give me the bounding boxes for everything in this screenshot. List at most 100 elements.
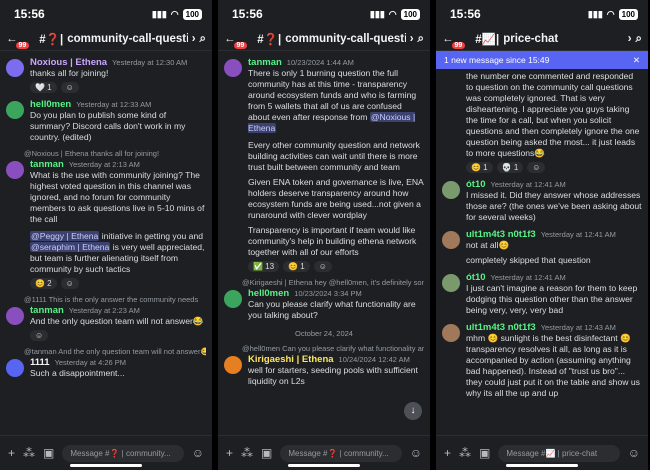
channel-title[interactable]: price-chat (503, 33, 623, 45)
emoji-icon[interactable]: ☺ (628, 446, 640, 460)
avatar[interactable] (224, 356, 242, 374)
channel-icon: #📈| (475, 34, 500, 46)
message-text: And the only question team will not answ… (30, 316, 204, 326)
reaction[interactable]: ✅ 13 (248, 261, 280, 272)
gift-icon[interactable]: ▣ (479, 446, 490, 460)
search-icon[interactable]: ⌕ (418, 33, 424, 46)
add-reaction-icon[interactable]: ☺ (60, 82, 79, 93)
author-name[interactable]: Noxious | Ethena (30, 57, 107, 68)
add-reaction-icon[interactable]: ☺ (60, 278, 79, 289)
avatar[interactable] (442, 231, 460, 249)
plus-icon[interactable]: + (8, 446, 15, 460)
plus-icon[interactable]: + (444, 446, 451, 460)
search-icon[interactable]: ⌕ (636, 33, 642, 46)
add-reaction-icon[interactable]: ☺ (313, 261, 332, 272)
avatar[interactable] (442, 274, 460, 292)
signal-icon: ▮▮▮ (369, 8, 385, 19)
message[interactable]: tanman Yesterday at 2:23 AM And the only … (6, 305, 206, 341)
message-input[interactable]: Message #❓ | community... (62, 444, 184, 462)
gift-icon[interactable]: ▣ (261, 446, 272, 460)
status-time: 15:56 (450, 7, 481, 21)
message[interactable]: tanman 10/23/2024 1:44 AM There is only 1… (224, 57, 424, 272)
message[interactable]: the number one commented and responded t… (442, 71, 642, 173)
reaction[interactable]: 💀 1 (496, 162, 524, 173)
emoji-icon[interactable]: ☺ (410, 446, 422, 460)
author-name[interactable]: ult1m4t3 n0t1f3 (466, 322, 536, 333)
channel-title[interactable]: community-call-questions (67, 33, 187, 45)
message-input[interactable]: Message #❓ | community... (280, 444, 402, 462)
message[interactable]: hell0men 10/23/2024 3:34 PM Can you pleas… (224, 288, 424, 321)
channel-header[interactable]: ← 99 #📈| price-chat › ⌕ (436, 28, 648, 51)
author-name[interactable]: ót10 (466, 272, 486, 283)
chevron-right-icon[interactable]: › (628, 33, 632, 45)
message-input[interactable]: Message #📈 | price-chat (498, 444, 620, 462)
author-name[interactable]: ót10 (466, 179, 486, 190)
message-list[interactable]: tanman 10/23/2024 1:44 AM There is only 1… (218, 51, 430, 436)
gift-icon[interactable]: ▣ (43, 446, 54, 460)
plus-icon[interactable]: + (226, 446, 233, 460)
message[interactable]: 1111 Yesterday at 4:26 PM Such a disappoi… (6, 357, 206, 379)
avatar[interactable] (442, 181, 460, 199)
status-bar: 15:56 ▮▮▮ ◠ 100 (0, 0, 212, 28)
channel-icon: #❓| (257, 34, 282, 46)
author-name[interactable]: ult1m4t3 n0t1f3 (466, 229, 536, 240)
close-icon[interactable]: ✕ (633, 55, 640, 66)
reply-preview[interactable]: @hell0men Can you please clarify what fu… (224, 344, 424, 353)
author-name[interactable]: Kirigaeshi | Ethena (248, 354, 334, 365)
channel-header[interactable]: ← 99 #❓| community-call-questions › ⌕ (0, 28, 212, 51)
chevron-right-icon[interactable]: › (192, 33, 196, 45)
channel-header[interactable]: ← 99 #❓| community-call-questions › ⌕ (218, 28, 430, 51)
emoji-icon[interactable]: ☺ (192, 446, 204, 460)
search-icon[interactable]: ⌕ (200, 33, 206, 46)
status-bar: 15:56 ▮▮▮ ◠ 100 (218, 0, 430, 28)
message[interactable]: Kirigaeshi | Ethena 10/24/2024 12:42 AM w… (224, 354, 424, 387)
new-messages-banner[interactable]: 1 new message since 15:49 ✕ (436, 51, 648, 69)
message[interactable]: hell0men Yesterday at 12:33 AM Do you pla… (6, 99, 206, 143)
avatar[interactable] (224, 59, 242, 77)
reaction[interactable]: 😊 1 (283, 261, 310, 272)
apps-icon[interactable]: ⁂ (23, 446, 35, 460)
message[interactable]: tanman Yesterday at 2:13 AM What is the u… (6, 159, 206, 289)
mention[interactable]: @Peggy | Ethena (30, 231, 100, 241)
reply-preview[interactable]: @Kirigaeshi | Ethena hey @hell0men, it's… (224, 278, 424, 287)
message-text: Every other community question and netwo… (248, 140, 420, 172)
reaction[interactable]: 😊 1 (466, 162, 493, 173)
author-name[interactable]: 1111 (30, 357, 50, 368)
reaction[interactable]: 😊 2 (30, 278, 57, 289)
message[interactable]: ult1m4t3 n0t1f3 Yesterday at 12:41 AM not… (442, 229, 642, 266)
avatar[interactable] (6, 59, 24, 77)
message[interactable]: ult1m4t3 n0t1f3 Yesterday at 12:43 AM mhm… (442, 322, 642, 399)
reply-preview[interactable]: @Noxious | Ethena thanks all for joining… (6, 149, 206, 158)
add-reaction-icon[interactable]: ☺ (30, 330, 49, 341)
channel-title[interactable]: community-call-questions (285, 33, 405, 45)
mention[interactable]: @seraphim | Ethena (30, 242, 111, 252)
reply-preview[interactable]: @1111 This is the only answer the commun… (6, 295, 206, 304)
author-name[interactable]: hell0men (248, 288, 289, 299)
message-list[interactable]: the number one commented and responded t… (436, 69, 648, 436)
status-icons: ▮▮▮ ◠ 100 (369, 8, 420, 20)
avatar[interactable] (6, 359, 24, 377)
add-reaction-icon[interactable]: ☺ (527, 162, 546, 173)
author-name[interactable]: tanman (30, 305, 64, 316)
author-name[interactable]: hell0men (30, 99, 71, 110)
apps-icon[interactable]: ⁂ (241, 446, 253, 460)
message[interactable]: Noxious | Ethena Yesterday at 12:30 AM th… (6, 57, 206, 93)
message[interactable]: ót10 Yesterday at 12:41 AM I missed it. D… (442, 179, 642, 223)
message-list[interactable]: Noxious | Ethena Yesterday at 12:30 AM th… (0, 51, 212, 436)
message-text: I just can't imagine a reason for them t… (466, 283, 638, 315)
timestamp: Yesterday at 12:41 AM (490, 180, 566, 189)
avatar[interactable] (6, 161, 24, 179)
reaction[interactable]: 🤍 1 (30, 82, 57, 93)
chevron-right-icon[interactable]: › (410, 33, 414, 45)
timestamp: Yesterday at 2:13 AM (68, 160, 140, 169)
avatar[interactable] (442, 324, 460, 342)
author-name[interactable]: tanman (30, 159, 64, 170)
author-name[interactable]: tanman (248, 57, 282, 68)
apps-icon[interactable]: ⁂ (459, 446, 471, 460)
avatar[interactable] (224, 290, 242, 308)
message[interactable]: ót10 Yesterday at 12:41 AM I just can't i… (442, 272, 642, 316)
reply-preview[interactable]: @tanman And the only question team will … (6, 347, 206, 356)
avatar[interactable] (6, 101, 24, 119)
avatar[interactable] (6, 307, 24, 325)
jump-to-bottom-icon[interactable]: ↓ (404, 402, 422, 420)
